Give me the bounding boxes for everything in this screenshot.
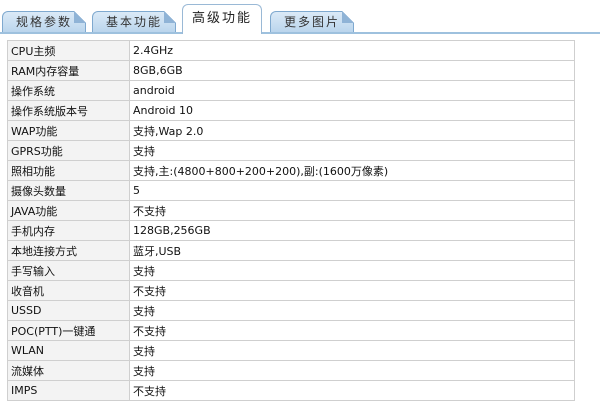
table-row: 流媒体 支持 xyxy=(7,360,575,381)
table-row: RAM内存容量 8GB,6GB xyxy=(7,60,575,81)
spec-value: 支持 xyxy=(129,360,575,381)
tab-label: 基本功能 xyxy=(105,15,162,29)
spec-table: CPU主频 2.4GHz RAM内存容量 8GB,6GB 操作系统 android 操作系统… xyxy=(7,40,575,401)
spec-key: 本地连接方式 xyxy=(7,240,130,261)
table-row: IMPS 不支持 xyxy=(7,380,575,401)
spec-key: 收音机 xyxy=(7,280,130,301)
tab-corner-fold xyxy=(74,11,86,23)
spec-key: 摄像头数量 xyxy=(7,180,130,201)
spec-key: RAM内存容量 xyxy=(7,60,130,81)
tab-more-images[interactable]: 更多图片 xyxy=(270,11,354,33)
table-row: 本地连接方式 蓝牙,USB xyxy=(7,240,575,261)
tab-label: 更多图片 xyxy=(283,15,340,29)
table-row: 收音机 不支持 xyxy=(7,280,575,301)
spec-key: WLAN xyxy=(7,340,130,361)
spec-key: 手写输入 xyxy=(7,260,130,281)
tab-label: 高级功能 xyxy=(191,11,252,26)
spec-value: 不支持 xyxy=(129,200,575,221)
spec-value: 不支持 xyxy=(129,320,575,341)
spec-value: Android 10 xyxy=(129,100,575,121)
spec-value: 8GB,6GB xyxy=(129,60,575,81)
table-row: 手机内存 128GB,256GB xyxy=(7,220,575,241)
table-row: 操作系统版本号 Android 10 xyxy=(7,100,575,121)
spec-value: 支持 xyxy=(129,140,575,161)
table-row: WAP功能 支持,Wap 2.0 xyxy=(7,120,575,141)
spec-value: android xyxy=(129,80,575,101)
spec-key: 流媒体 xyxy=(7,360,130,381)
spec-key: JAVA功能 xyxy=(7,200,130,221)
spec-value: 支持,主:(4800+800+200+200),副:(1600万像素) xyxy=(129,160,575,181)
spec-value: 支持 xyxy=(129,260,575,281)
table-row: POC(PTT)一键通 不支持 xyxy=(7,320,575,341)
spec-value: 支持 xyxy=(129,300,575,321)
spec-key: 照相功能 xyxy=(7,160,130,181)
spec-key: IMPS xyxy=(7,380,130,401)
spec-key: USSD xyxy=(7,300,130,321)
spec-value: 支持,Wap 2.0 xyxy=(129,120,575,141)
tab-corner-fold xyxy=(342,11,354,23)
tab-advanced-functions[interactable]: 高级功能 xyxy=(182,4,262,36)
spec-value: 蓝牙,USB xyxy=(129,240,575,261)
spec-key: GPRS功能 xyxy=(7,140,130,161)
spec-value: 不支持 xyxy=(129,280,575,301)
table-row: WLAN 支持 xyxy=(7,340,575,361)
tab-corner-fold xyxy=(164,11,176,23)
spec-value: 128GB,256GB xyxy=(129,220,575,241)
tab-label: 规格参数 xyxy=(15,15,72,29)
spec-key: POC(PTT)一键通 xyxy=(7,320,130,341)
spec-value: 2.4GHz xyxy=(129,40,575,61)
spec-key: 手机内存 xyxy=(7,220,130,241)
spec-key: 操作系统 xyxy=(7,80,130,101)
spec-key: CPU主频 xyxy=(7,40,130,61)
table-row: 照相功能 支持,主:(4800+800+200+200),副:(1600万像素) xyxy=(7,160,575,181)
table-row: CPU主频 2.4GHz xyxy=(7,40,575,61)
tab-bar: 规格参数 基本功能 高级功能 更多图片 xyxy=(0,0,600,36)
spec-key: WAP功能 xyxy=(7,120,130,141)
table-row: GPRS功能 支持 xyxy=(7,140,575,161)
table-row: USSD 支持 xyxy=(7,300,575,321)
spec-value: 支持 xyxy=(129,340,575,361)
table-row: 操作系统 android xyxy=(7,80,575,101)
spec-key: 操作系统版本号 xyxy=(7,100,130,121)
tab-basic-functions[interactable]: 基本功能 xyxy=(92,11,176,33)
spec-value: 5 xyxy=(129,180,575,201)
table-row: 摄像头数量 5 xyxy=(7,180,575,201)
spec-value: 不支持 xyxy=(129,380,575,401)
table-row: 手写输入 支持 xyxy=(7,260,575,281)
table-row: JAVA功能 不支持 xyxy=(7,200,575,221)
tab-specs[interactable]: 规格参数 xyxy=(2,11,86,33)
